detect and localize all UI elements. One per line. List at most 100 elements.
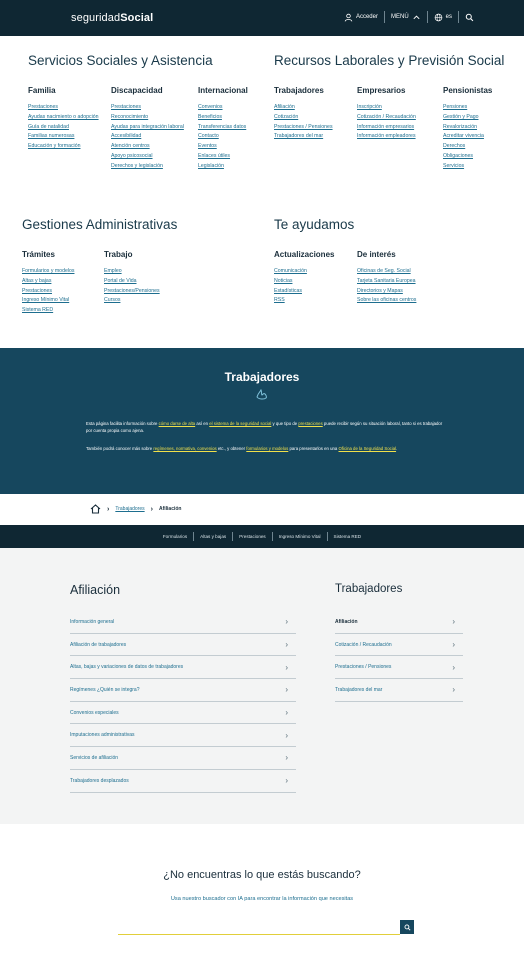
menu-link[interactable]: Oficinas de Seg. Social xyxy=(357,268,467,275)
hero-link[interactable]: regímenes, normativa, convenios xyxy=(153,446,216,451)
search-input[interactable] xyxy=(118,925,378,939)
menu-link[interactable]: Afiliación xyxy=(274,104,354,111)
menu-link[interactable]: Cotización / Recaudación xyxy=(357,114,441,121)
list-item[interactable]: Afiliación de trabajadores › xyxy=(70,634,296,657)
menu-column-actualizaciones: Actualizaciones Comunicación Noticias Es… xyxy=(274,250,354,307)
menu-link[interactable]: Servicios xyxy=(443,163,519,170)
menu-link[interactable]: Derechos y legislación xyxy=(111,163,189,170)
menu-link[interactable]: Enlaces útiles xyxy=(198,153,266,160)
section-title-gestiones: Gestiones Administrativas xyxy=(22,217,178,232)
chevron-right-icon: › xyxy=(285,640,288,650)
language-button[interactable]: es xyxy=(428,13,458,22)
list-item[interactable]: Altas, bajas y variaciones de datos de t… xyxy=(70,656,296,680)
menu-link[interactable]: Prestaciones xyxy=(28,104,106,111)
list-item[interactable]: Trabajadores del mar › xyxy=(335,679,463,702)
breadcrumb-trabajadores[interactable]: Trabajadores xyxy=(115,506,144,512)
hero-link[interactable]: Oficina de la Seguridad Social xyxy=(338,446,396,451)
menu-link[interactable]: Revalorización xyxy=(443,124,519,131)
hero-link[interactable]: prestaciones xyxy=(298,421,322,426)
list-item[interactable]: Convenios especiales › xyxy=(70,702,296,725)
menu-link[interactable]: Obligaciones xyxy=(443,153,519,160)
menu-link[interactable]: Derechos xyxy=(443,143,519,150)
menu-link[interactable]: Legislación xyxy=(198,163,266,170)
chevron-right-icon: › xyxy=(452,617,455,627)
menu-link[interactable]: Sistema RED xyxy=(22,307,100,314)
menu-button[interactable]: MENÚ xyxy=(385,13,427,22)
menu-link[interactable]: Altas y bajas xyxy=(22,278,100,285)
list-item[interactable]: Cotización / Recaudación › xyxy=(335,634,463,657)
chevron-right-icon: › xyxy=(285,617,288,627)
trabajadores-title: Trabajadores xyxy=(335,583,403,595)
menu-link[interactable]: Ingreso Mínimo Vital xyxy=(22,297,100,304)
menu-link[interactable]: Educación y formación xyxy=(28,143,106,150)
subnav-altas-bajas[interactable]: Altas y bajas xyxy=(194,534,232,539)
brand-logo[interactable]: seguridadSocial xyxy=(71,12,153,24)
menu-column-tramites: Trámites Formularios y modelos Altas y b… xyxy=(22,250,100,317)
menu-link[interactable]: Trabajadores del mar xyxy=(274,133,354,140)
menu-link[interactable]: Prestaciones/Pensiones xyxy=(104,288,194,295)
top-bar: seguridadSocial Acceder MENÚ es xyxy=(0,0,524,36)
search-button[interactable] xyxy=(459,13,480,22)
menu-link[interactable]: Inscripción xyxy=(357,104,441,111)
menu-link[interactable]: Portal de Vida xyxy=(104,278,194,285)
menu-link[interactable]: Apoyo psicosocial xyxy=(111,153,189,160)
menu-link[interactable]: Empleo xyxy=(104,268,194,275)
search-question: ¿No encuentras lo que estás buscando? xyxy=(163,869,361,881)
menu-link[interactable]: Comunicación xyxy=(274,268,354,275)
menu-link[interactable]: Accesibilidad xyxy=(111,133,189,140)
access-button[interactable]: Acceder xyxy=(338,13,384,22)
menu-link[interactable]: Sobre las oficinas centros xyxy=(357,297,467,304)
menu-link[interactable]: Acreditar vivencia xyxy=(443,133,519,140)
menu-link[interactable]: Transferencias datos xyxy=(198,124,266,131)
hero-link[interactable]: formularios y modelos xyxy=(246,446,288,451)
search-icon xyxy=(404,924,411,931)
menu-link[interactable]: Gestión y Pago xyxy=(443,114,519,121)
menu-link[interactable]: Prestaciones xyxy=(111,104,189,111)
menu-link[interactable]: Directorios y Mapas xyxy=(357,288,467,295)
hero-link[interactable]: el sistema de la seguridad social xyxy=(209,421,271,426)
list-item-label: Afiliación de trabajadores xyxy=(70,641,127,648)
breadcrumb-current: Afiliación xyxy=(158,506,182,512)
list-item[interactable]: Prestaciones / Pensiones › xyxy=(335,656,463,680)
list-item[interactable]: Imputaciones administrativas › xyxy=(70,724,296,748)
home-icon[interactable] xyxy=(90,504,101,514)
menu-link[interactable]: Guía de natalidad xyxy=(28,124,106,131)
list-item[interactable]: Trabajadores desplazados › xyxy=(70,770,296,793)
subnav-prestaciones[interactable]: Prestaciones xyxy=(233,534,272,539)
afiliacion-title: Afiliación xyxy=(70,583,121,597)
menu-link[interactable]: Estadísticas xyxy=(274,288,354,295)
menu-link[interactable]: Prestaciones xyxy=(22,288,100,295)
menu-link[interactable]: Formularios y modelos xyxy=(22,268,100,275)
menu-link[interactable]: Información empresarios xyxy=(357,124,441,131)
subnav-sistema-red[interactable]: Sistema RED xyxy=(328,534,368,539)
subnav-ingreso-minimo[interactable]: Ingreso Mínimo Vital xyxy=(273,534,327,539)
list-item[interactable]: Servicios de afiliación › xyxy=(70,747,296,770)
menu-link[interactable]: Familias numerosas xyxy=(28,133,106,140)
search-submit-button[interactable] xyxy=(400,920,414,934)
list-item[interactable]: Regímenes ¿Quién se integra? › xyxy=(70,679,296,702)
list-item-active[interactable]: Afiliación › xyxy=(335,611,463,634)
menu-link[interactable]: Prestaciones / Pensiones xyxy=(274,124,354,131)
menu-link[interactable]: RSS xyxy=(274,297,354,304)
menu-link[interactable]: Beneficios xyxy=(198,114,266,121)
menu-link[interactable]: Cotización xyxy=(274,114,354,121)
menu-link[interactable]: Pensiones xyxy=(443,104,519,111)
menu-link[interactable]: Información empleadores xyxy=(357,133,441,140)
hero-link[interactable]: cómo darse de alta xyxy=(159,421,196,426)
menu-link[interactable]: Noticias xyxy=(274,278,354,285)
menu-link[interactable]: Eventos xyxy=(198,143,266,150)
column-head: Trabajo xyxy=(104,250,133,259)
top-nav: Acceder MENÚ es xyxy=(338,11,480,23)
list-item-label: Afiliación xyxy=(335,618,358,625)
menu-column-trabajo: Trabajo Empleo Portal de Vida Prestacion… xyxy=(104,250,194,307)
menu-link[interactable]: Ayudas para integración laboral xyxy=(111,124,189,131)
menu-link[interactable]: Ayudas nacimiento o adopción xyxy=(28,114,106,121)
menu-link[interactable]: Reconocimiento xyxy=(111,114,189,121)
menu-link[interactable]: Tarjeta Sanitaria Europea xyxy=(357,278,467,285)
menu-link[interactable]: Convenios xyxy=(198,104,266,111)
list-item[interactable]: Información general › xyxy=(70,611,296,634)
menu-link[interactable]: Contacto xyxy=(198,133,266,140)
menu-link[interactable]: Atención centros xyxy=(111,143,189,150)
menu-link[interactable]: Cursos xyxy=(104,297,194,304)
subnav-formularios[interactable]: Formularios xyxy=(157,534,193,539)
